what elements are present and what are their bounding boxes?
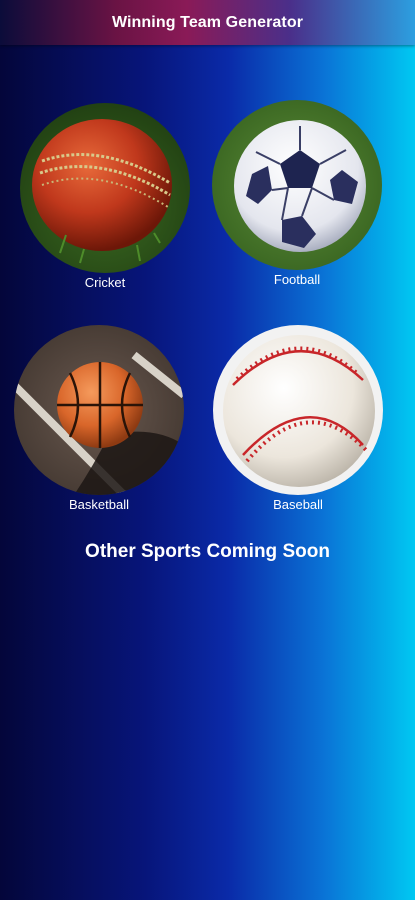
coming-soon-message: Other Sports Coming Soon xyxy=(85,541,330,562)
sport-label-football: Football xyxy=(273,272,321,287)
app-bar: Winning Team Generator xyxy=(0,0,415,45)
app-title: Winning Team Generator xyxy=(111,13,304,31)
sport-label-cricket: Cricket xyxy=(84,275,126,290)
sport-card-baseball[interactable]: Baseball xyxy=(213,325,383,512)
sport-card-basketball[interactable]: Basketball xyxy=(14,325,184,512)
sport-label-baseball: Baseball xyxy=(273,497,323,512)
soccer-ball-icon xyxy=(212,100,382,270)
sport-card-football[interactable]: Football xyxy=(212,100,382,287)
sport-card-cricket[interactable]: Cricket xyxy=(20,103,190,290)
cricket-ball-icon xyxy=(20,103,190,273)
sport-label-basketball: Basketball xyxy=(69,497,129,512)
baseball-icon xyxy=(213,325,383,495)
basketball-icon xyxy=(14,325,184,495)
